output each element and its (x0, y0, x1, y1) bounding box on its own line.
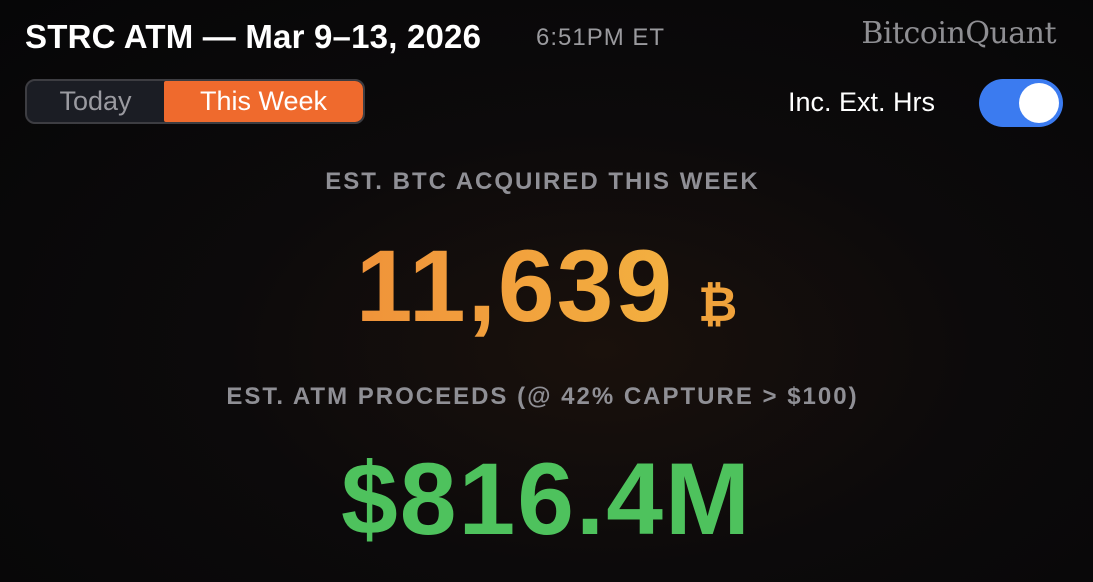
atm-proceeds-label: EST. ATM PROCEEDS (@ 42% CAPTURE > $100) (226, 383, 859, 410)
period-segmented-control: Today This Week (25, 79, 365, 124)
btc-acquired-value: 11,639 (355, 229, 675, 343)
btc-acquired-label: EST. BTC ACQUIRED THIS WEEK (325, 168, 760, 195)
page-title: STRC ATM — Mar 9–13, 2026 (25, 18, 482, 55)
extended-hours-toggle[interactable] (979, 79, 1063, 127)
btc-acquired-row: 11,639 ₿ (0, 228, 1093, 345)
bitcoin-icon: ₿ (698, 279, 738, 332)
timestamp: 6:51PM ET (536, 24, 666, 51)
toggle-knob (1019, 83, 1059, 123)
atm-proceeds-value: $816.4M (341, 442, 752, 556)
brand-logo: BitcoinQuant (861, 16, 1056, 51)
tab-today[interactable]: Today (27, 81, 164, 122)
tab-this-week[interactable]: This Week (164, 81, 363, 122)
extended-hours-label: Inc. Ext. Hrs (788, 87, 936, 117)
